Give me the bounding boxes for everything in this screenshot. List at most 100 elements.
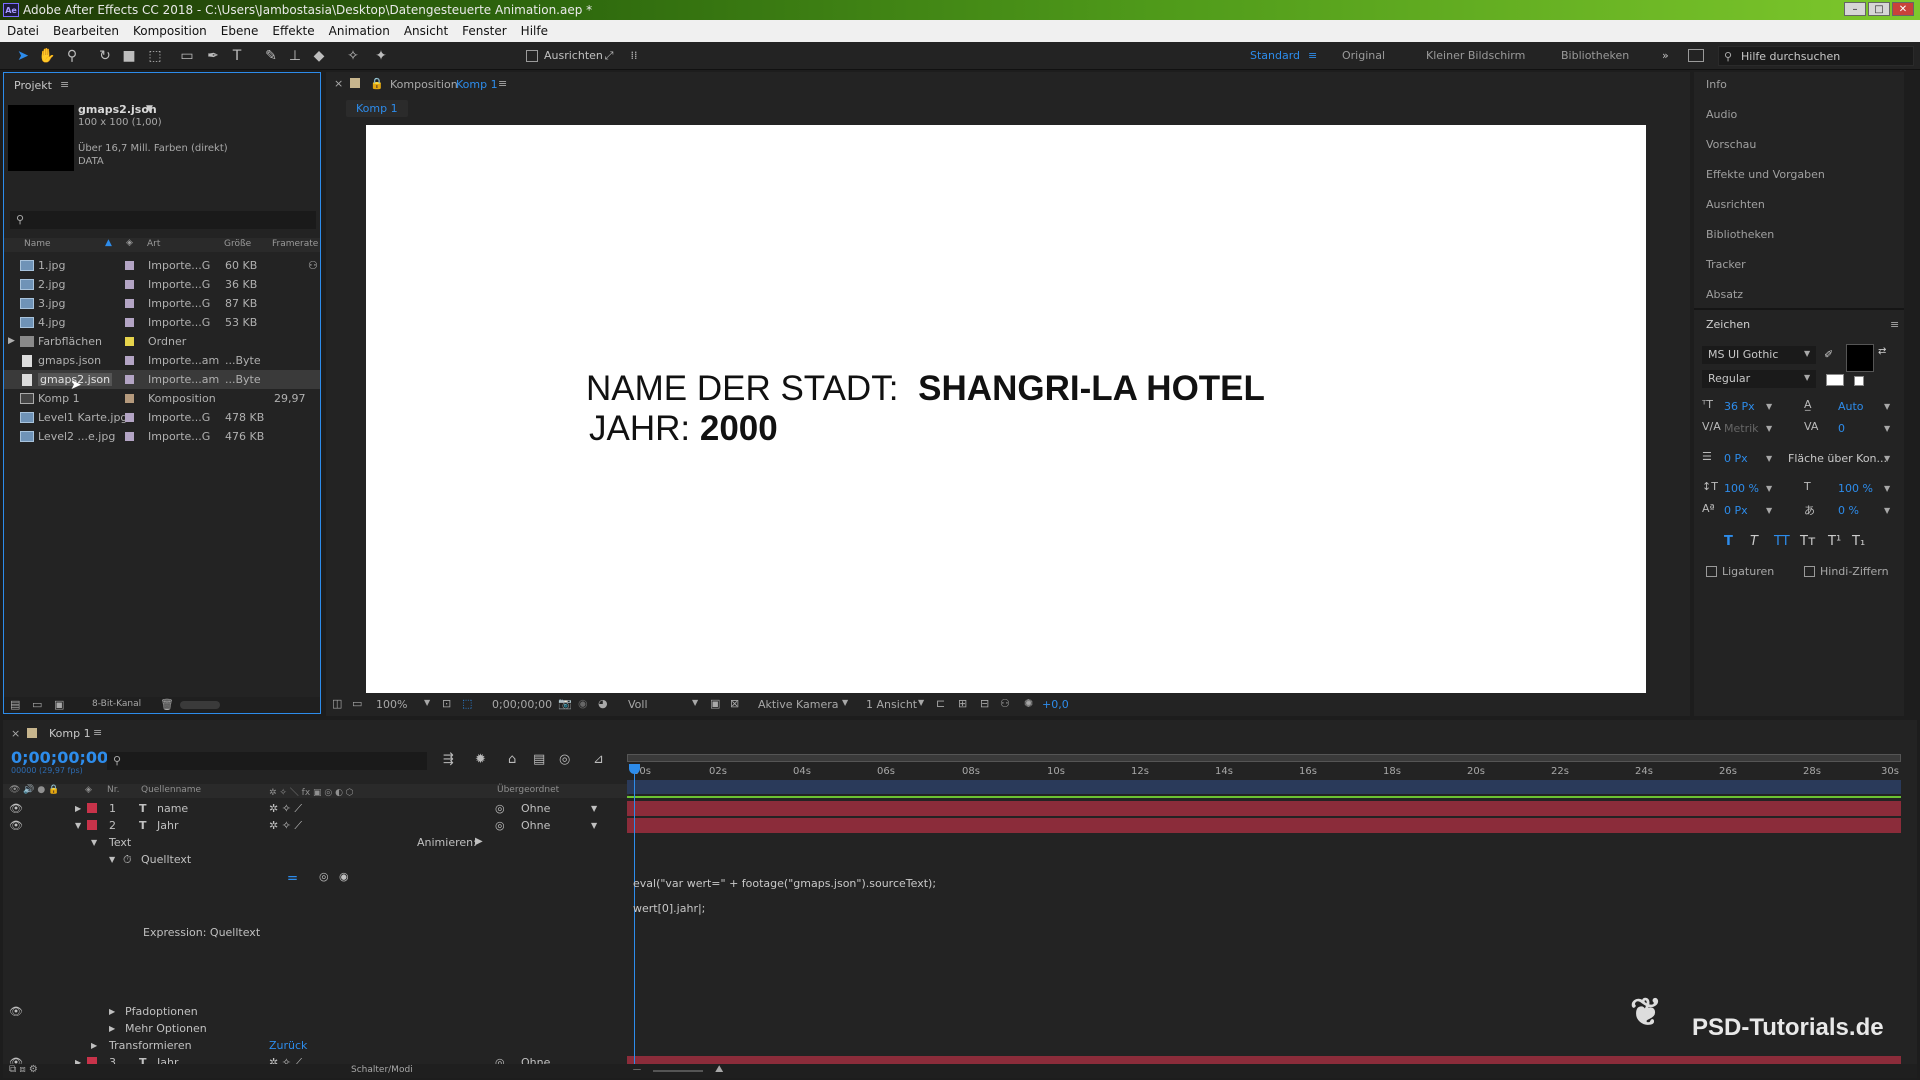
comp-tab-name[interactable]: Komp 1	[456, 78, 498, 91]
snapshot-icon[interactable]: 📷	[558, 697, 572, 710]
chevron-down-icon[interactable]: ▼	[918, 698, 924, 707]
selection-tool-icon[interactable]: ➤	[14, 47, 32, 65]
thumbnail-slider[interactable]	[180, 701, 220, 709]
layer-label-swatch[interactable]	[87, 803, 97, 813]
list-item[interactable]: Level2 ...e.jpg Importe...G 476 KB	[4, 427, 320, 446]
col-source-name[interactable]: Quellenname	[141, 785, 201, 795]
pen-tool-icon[interactable]: ✒	[204, 47, 222, 65]
list-item[interactable]: 4.jpg Importe...G 53 KB	[4, 313, 320, 332]
layer-duration-bar[interactable]	[627, 801, 1901, 816]
font-size-value[interactable]: 36 Px	[1724, 400, 1755, 413]
hand-tool-icon[interactable]: ✋	[38, 47, 56, 65]
sort-ascending-icon[interactable]: ▲	[105, 238, 112, 248]
workspace-kleiner-bildschirm[interactable]: Kleiner Bildschirm	[1426, 49, 1525, 62]
close-tab-icon[interactable]: ×	[11, 727, 20, 740]
chevron-down-icon[interactable]: ▼	[1766, 424, 1772, 433]
col-framerate[interactable]: Framerate	[272, 239, 318, 249]
monitor-icon[interactable]: ▭	[352, 697, 362, 710]
panel-ausrichten[interactable]: Ausrichten	[1706, 198, 1765, 211]
graph-editor-icon[interactable]: ⊿	[593, 752, 604, 767]
region-of-interest-icon[interactable]: ▣	[710, 697, 720, 710]
font-style-select[interactable]: Regular ▼	[1702, 370, 1816, 388]
pan-behind-tool-icon[interactable]: ⬚	[146, 47, 164, 65]
panel-info[interactable]: Info	[1706, 78, 1727, 91]
trash-icon[interactable]: 🗑	[160, 698, 174, 711]
label-color-swatch[interactable]	[125, 280, 134, 289]
panel-menu-icon[interactable]: ≡	[93, 726, 102, 739]
new-folder-icon[interactable]: ▭	[32, 698, 42, 711]
timeline-tab[interactable]: Komp 1	[49, 727, 91, 740]
comp-subtab[interactable]: Komp 1	[346, 100, 408, 117]
eye-icon[interactable]: 👁	[9, 819, 23, 832]
superscript-button[interactable]: T¹	[1828, 534, 1841, 549]
label-color-swatch[interactable]	[125, 356, 134, 365]
chevron-right-icon[interactable]: ▶	[91, 1041, 97, 1050]
property-path-options[interactable]: 👁 ▶ Pfadoptionen	[3, 1003, 629, 1020]
comp-mini-flowchart-icon[interactable]: ⇶	[443, 752, 454, 767]
transparency-grid-icon[interactable]: ⊠	[730, 697, 739, 710]
ligatures-checkbox[interactable]	[1706, 566, 1717, 577]
channel-icon[interactable]: ◕	[598, 697, 608, 710]
flowchart-icon[interactable]: ⚇	[308, 259, 318, 272]
chevron-down-icon[interactable]: ▼	[1884, 454, 1890, 463]
exposure-value[interactable]: +0,0	[1042, 698, 1069, 711]
chevron-down-icon[interactable]: ▼	[1884, 484, 1890, 493]
stroke-color-swatch[interactable]	[1826, 374, 1844, 386]
workspace-standard[interactable]: Standard	[1250, 49, 1300, 62]
help-search-field[interactable]: ⚲ Hilfe durchsuchen	[1718, 46, 1914, 66]
align-checkbox[interactable]	[526, 50, 538, 62]
panel-bibliotheken[interactable]: Bibliotheken	[1706, 228, 1774, 241]
property-more-options[interactable]: ▶ Mehr Optionen	[3, 1020, 629, 1037]
label-column-icon[interactable]: ◈	[126, 238, 133, 248]
parent-select[interactable]: Ohne	[521, 802, 550, 815]
zoom-select[interactable]: 100%	[376, 698, 407, 711]
timeline-zoom-slider[interactable]	[653, 1070, 703, 1072]
frame-blending-icon[interactable]: ▤	[533, 752, 545, 767]
pickwhip-icon[interactable]: ◎	[495, 802, 505, 815]
layer-row[interactable]: 👁 ▶ 3 T Jahr ✲ ✧ ⟋ ◎ Ohne	[3, 1054, 629, 1064]
roto-brush-tool-icon[interactable]: ✧	[344, 47, 362, 65]
chevron-down-icon[interactable]: ▼	[1884, 402, 1890, 411]
work-area-range[interactable]	[627, 780, 1901, 794]
layer-switches-toggle-icon[interactable]: ⧉ ⧈ ⚙	[9, 1064, 38, 1075]
list-item[interactable]: Level1 Karte.jpg Importe...G 478 KB	[4, 408, 320, 427]
project-search-input[interactable]: ⚲	[10, 211, 316, 229]
resolution-select[interactable]: Voll	[628, 698, 648, 711]
panel-layout-icon[interactable]	[1688, 49, 1704, 62]
col-name[interactable]: Name	[24, 239, 51, 249]
reset-link[interactable]: Zurück	[269, 1039, 307, 1052]
panel-menu-icon[interactable]: ≡	[60, 78, 69, 91]
eraser-tool-icon[interactable]: ◆	[310, 47, 328, 65]
chevron-down-icon[interactable]: ▼	[146, 104, 153, 114]
rectangle-tool-icon[interactable]: ▭	[178, 47, 196, 65]
chevron-down-icon[interactable]: ▼	[109, 855, 115, 864]
workspace-original[interactable]: Original	[1342, 49, 1385, 62]
show-snapshot-icon[interactable]: ◉	[578, 697, 588, 710]
reset-exposure-icon[interactable]: ✺	[1024, 697, 1033, 710]
horizontal-scale-value[interactable]: 100 %	[1838, 482, 1873, 495]
property-source-text[interactable]: ▼ ⏱ Quelltext	[3, 851, 629, 868]
subscript-button[interactable]: T₁	[1852, 534, 1865, 549]
chevron-down-icon[interactable]: ▼	[1766, 402, 1772, 411]
list-item[interactable]: 1.jpg Importe...G 60 KB	[4, 256, 320, 275]
panel-menu-icon[interactable]: ≡	[1890, 318, 1899, 331]
panel-absatz[interactable]: Absatz	[1706, 288, 1743, 301]
chevron-right-icon[interactable]: ▶	[109, 1024, 115, 1033]
zoom-in-icon[interactable]: ⛰	[715, 1064, 723, 1075]
label-color-swatch[interactable]	[125, 318, 134, 327]
layer-name[interactable]: name	[157, 802, 188, 815]
current-time[interactable]: 0;00;00;00	[492, 698, 552, 711]
bit-depth-label[interactable]: 8-Bit-Kanal	[92, 699, 141, 709]
chevron-down-icon[interactable]: ▼	[1766, 454, 1772, 463]
layer-label-swatch[interactable]	[87, 1057, 97, 1064]
pickwhip-icon[interactable]: ◎	[495, 819, 505, 832]
parent-select[interactable]: Ohne	[521, 819, 550, 832]
menu-datei[interactable]: Datei	[0, 24, 46, 38]
kerning-value[interactable]: Metrik	[1724, 422, 1759, 435]
label-color-swatch[interactable]	[125, 394, 134, 403]
layer-duration-bar[interactable]	[627, 818, 1901, 833]
fill-color-swatch[interactable]	[1846, 344, 1874, 372]
lock-icon[interactable]: 🔒	[370, 77, 384, 90]
menu-hilfe[interactable]: Hilfe	[514, 24, 555, 38]
camera-select[interactable]: Aktive Kamera	[758, 698, 839, 711]
